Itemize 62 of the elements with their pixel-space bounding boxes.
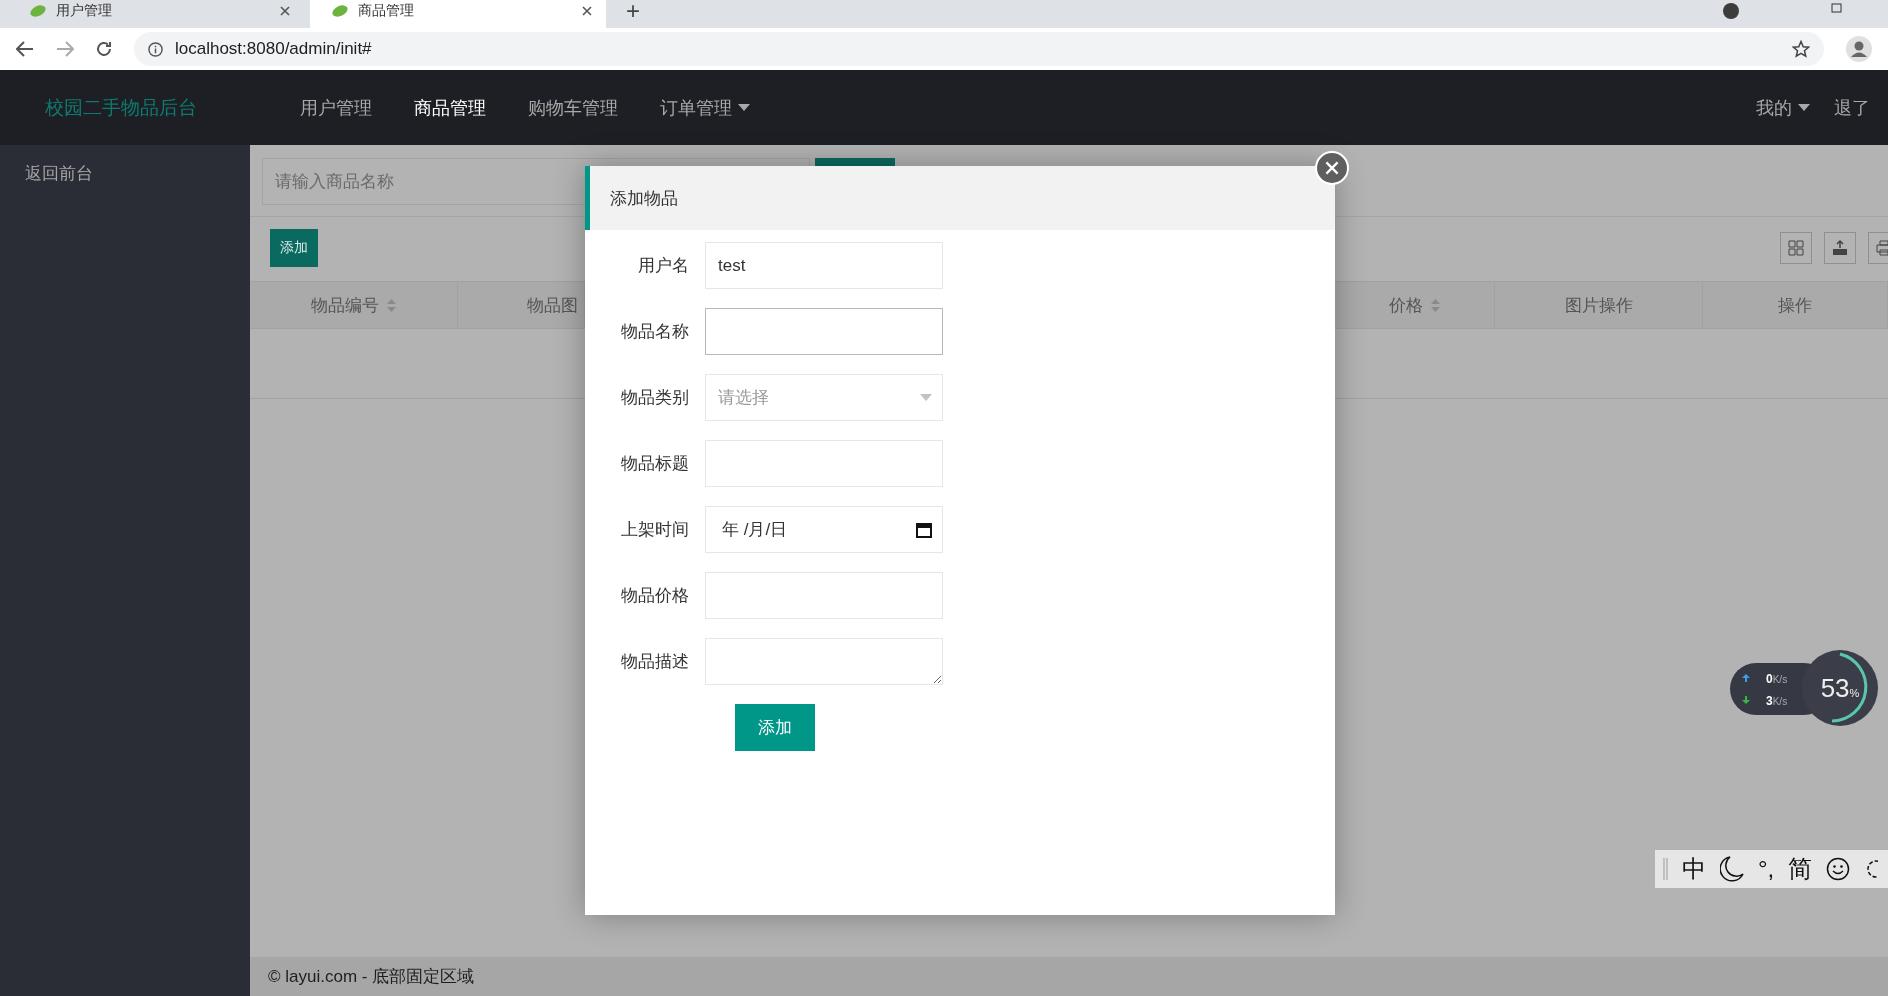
url-text: localhost:8080/admin/init# bbox=[175, 39, 373, 59]
nav-item[interactable]: 商品管理 bbox=[414, 95, 486, 120]
moon-icon[interactable] bbox=[1720, 856, 1744, 882]
browser-tab[interactable]: 用户管理 bbox=[8, 0, 304, 28]
grip-icon[interactable] bbox=[1663, 858, 1668, 880]
restore-icon[interactable] bbox=[1831, 3, 1843, 13]
browser-tab[interactable]: 商品管理 bbox=[310, 0, 606, 28]
column-header: 价格 bbox=[1389, 294, 1423, 317]
nav-item[interactable]: 用户管理 bbox=[300, 95, 372, 120]
upload-speed: 0K/s bbox=[1766, 671, 1788, 687]
smiley-icon[interactable] bbox=[1826, 857, 1851, 881]
print-icon bbox=[1876, 240, 1888, 256]
field-label: 物品描述 bbox=[620, 651, 690, 673]
field-label: 物品名称 bbox=[620, 321, 690, 343]
caret-icon bbox=[1798, 104, 1810, 111]
grid-icon bbox=[1788, 240, 1804, 256]
new-tab-button[interactable]: + bbox=[626, 0, 640, 29]
field-label: 上架时间 bbox=[620, 519, 690, 541]
ime-button[interactable]: 中 bbox=[1682, 853, 1706, 885]
close-icon[interactable] bbox=[582, 6, 592, 16]
profile-icon[interactable] bbox=[1846, 36, 1872, 62]
leaf-icon bbox=[332, 4, 348, 18]
field-label: 物品价格 bbox=[620, 585, 690, 607]
ime-button[interactable]: °, bbox=[1758, 855, 1775, 883]
download-icon bbox=[1742, 696, 1750, 704]
extension-icon[interactable] bbox=[1723, 3, 1739, 19]
export-button[interactable] bbox=[1824, 232, 1856, 264]
column-header: 物品编号 bbox=[311, 294, 379, 317]
upload-icon bbox=[1742, 674, 1750, 682]
column-header: 图片操作 bbox=[1564, 294, 1633, 317]
field-label: 用户名 bbox=[637, 255, 690, 277]
textarea-field[interactable] bbox=[705, 638, 943, 685]
user-menu[interactable]: 我的 bbox=[1756, 95, 1810, 120]
field-label: 物品标题 bbox=[620, 453, 690, 475]
sidebar-item[interactable]: 返回前台 bbox=[0, 159, 250, 189]
export-icon bbox=[1832, 240, 1848, 256]
dialog-title: 添加物品 bbox=[585, 166, 1335, 230]
close-icon bbox=[1325, 161, 1339, 175]
ime-button[interactable]: 简 bbox=[1788, 853, 1813, 885]
text-field[interactable]: test bbox=[705, 242, 943, 289]
add-button[interactable]: 添加 bbox=[270, 229, 318, 267]
caret-icon bbox=[920, 394, 932, 401]
column-header: 物品图 bbox=[527, 294, 578, 317]
close-icon[interactable] bbox=[280, 6, 290, 16]
nav-item[interactable]: 购物车管理 bbox=[528, 95, 618, 120]
reload-icon[interactable] bbox=[96, 41, 112, 57]
leaf-icon bbox=[30, 4, 46, 18]
logout-link[interactable]: 退了 bbox=[1834, 95, 1870, 120]
download-speed: 3K/s bbox=[1766, 693, 1788, 709]
address-bar[interactable]: localhost:8080/admin/init# bbox=[134, 32, 1824, 66]
memory-percent: 53% bbox=[1820, 672, 1860, 704]
date-field[interactable]: 年 /月/日 bbox=[705, 506, 943, 553]
calendar-icon[interactable] bbox=[916, 521, 932, 538]
info-icon[interactable] bbox=[148, 41, 163, 57]
column-header: 操作 bbox=[1778, 294, 1812, 317]
field-label: 物品类别 bbox=[620, 387, 690, 409]
footer-text: © layui.com - 底部固定区域 bbox=[250, 957, 1888, 996]
submit-button[interactable]: 添加 bbox=[735, 704, 815, 751]
back-icon[interactable] bbox=[16, 41, 34, 57]
text-field[interactable] bbox=[705, 308, 943, 355]
nav-item[interactable]: 订单管理 bbox=[660, 95, 750, 120]
star-icon[interactable] bbox=[1792, 40, 1810, 58]
